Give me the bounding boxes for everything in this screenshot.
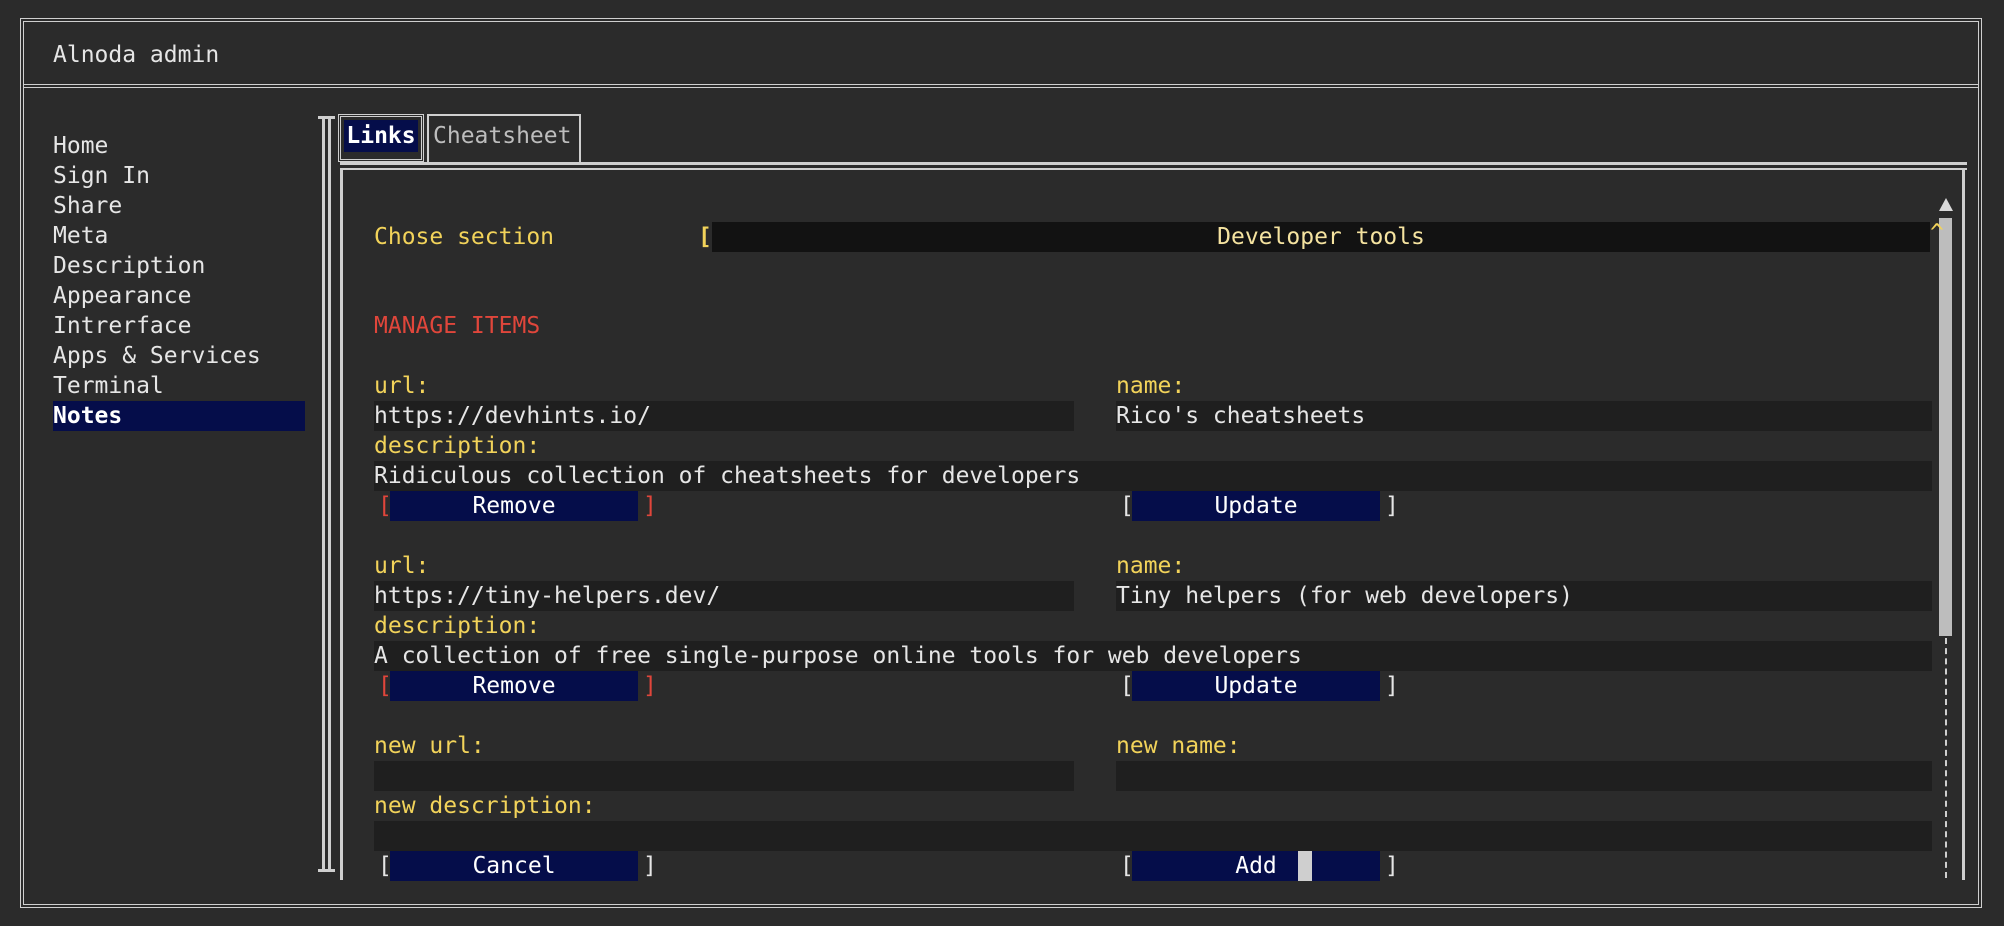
- sidebar-item-notes[interactable]: Notes: [53, 401, 305, 431]
- scroll-up-arrow-icon[interactable]: [1939, 198, 1953, 211]
- add-close-bracket: ]: [1385, 853, 1399, 879]
- tab-cheatsheet-label: Cheatsheet: [433, 123, 572, 149]
- new-name-field[interactable]: [1116, 761, 1932, 791]
- tab-links-label: Links: [344, 120, 418, 152]
- item-description-field[interactable]: Ridiculous collection of cheatsheets for…: [374, 461, 1932, 491]
- item-name-field[interactable]: Rico's cheatsheets: [1116, 401, 1932, 431]
- manage-items-heading: MANAGE ITEMS: [374, 313, 541, 339]
- title-separator: [24, 84, 1978, 88]
- update-button[interactable]: Update: [1132, 671, 1380, 701]
- tab-cheatsheet[interactable]: Cheatsheet: [427, 114, 581, 162]
- new-url-label: new url:: [374, 733, 485, 759]
- item-url-field[interactable]: https://tiny-helpers.dev/: [374, 581, 1074, 611]
- item-description-label: description:: [374, 613, 541, 639]
- remove-close-bracket: ]: [643, 673, 657, 699]
- new-description-label: new description:: [374, 793, 596, 819]
- cancel-close-bracket: ]: [643, 853, 657, 879]
- item-description-value: A collection of free single-purpose onli…: [374, 643, 1302, 669]
- new-url-field[interactable]: [374, 761, 1074, 791]
- item-description-field[interactable]: A collection of free single-purpose onli…: [374, 641, 1932, 671]
- item-name-label: name:: [1116, 373, 1186, 399]
- item-name-value: Tiny helpers (for web developers): [1116, 583, 1573, 609]
- item-url-label: url:: [374, 373, 430, 399]
- add-button[interactable]: Add: [1132, 851, 1380, 881]
- remove-button[interactable]: Remove: [390, 491, 638, 521]
- content-left-border: [340, 168, 343, 880]
- sidebar-item-share[interactable]: Share: [53, 191, 305, 221]
- content-right-border: [1962, 168, 1965, 880]
- sidebar: Home Sign In Share Meta Description Appe…: [53, 131, 305, 431]
- sidebar-divider-top-cap: [318, 116, 335, 119]
- scrollbar-thumb[interactable]: [1939, 218, 1952, 636]
- text-cursor: [1298, 851, 1312, 881]
- sidebar-item-interface[interactable]: Intrerface: [53, 311, 305, 341]
- sidebar-item-meta[interactable]: Meta: [53, 221, 305, 251]
- item-description-label: description:: [374, 433, 541, 459]
- sidebar-divider-bottom-cap: [318, 869, 335, 872]
- update-close-bracket: ]: [1385, 673, 1399, 699]
- tab-links[interactable]: Links: [338, 114, 424, 162]
- section-open-bracket: [: [698, 224, 712, 250]
- sidebar-item-sign-in[interactable]: Sign In: [53, 161, 305, 191]
- scrollbar-track: [1945, 638, 1947, 878]
- section-label: Chose section: [374, 224, 555, 250]
- item-url-field[interactable]: https://devhints.io/: [374, 401, 1074, 431]
- item-url-label: url:: [374, 553, 430, 579]
- sidebar-item-home[interactable]: Home: [53, 131, 305, 161]
- section-select-value: Developer tools: [1217, 224, 1425, 250]
- item-url-value: https://devhints.io/: [374, 403, 651, 429]
- item-name-field[interactable]: Tiny helpers (for web developers): [1116, 581, 1932, 611]
- sidebar-item-appearance[interactable]: Appearance: [53, 281, 305, 311]
- scrollbar[interactable]: [1938, 198, 1954, 880]
- remove-button[interactable]: Remove: [390, 671, 638, 701]
- new-name-label: new name:: [1116, 733, 1241, 759]
- item-name-label: name:: [1116, 553, 1186, 579]
- content-top-border: [340, 162, 1967, 170]
- item-name-value: Rico's cheatsheets: [1116, 403, 1366, 429]
- sidebar-item-description[interactable]: Description: [53, 251, 305, 281]
- cancel-button[interactable]: Cancel: [390, 851, 638, 881]
- section-dropdown-arrow-icon[interactable]: ^: [1930, 218, 1944, 248]
- remove-close-bracket: ]: [643, 493, 657, 519]
- section-select[interactable]: Developer tools: [712, 222, 1930, 252]
- sidebar-divider: [322, 116, 331, 872]
- item-description-value: Ridiculous collection of cheatsheets for…: [374, 463, 1081, 489]
- item-url-value: https://tiny-helpers.dev/: [374, 583, 721, 609]
- app-title: Alnoda admin: [53, 42, 220, 68]
- new-description-field[interactable]: [374, 821, 1932, 851]
- sidebar-item-apps-services[interactable]: Apps & Services: [53, 341, 305, 371]
- update-button[interactable]: Update: [1132, 491, 1380, 521]
- sidebar-item-terminal[interactable]: Terminal: [53, 371, 305, 401]
- update-close-bracket: ]: [1385, 493, 1399, 519]
